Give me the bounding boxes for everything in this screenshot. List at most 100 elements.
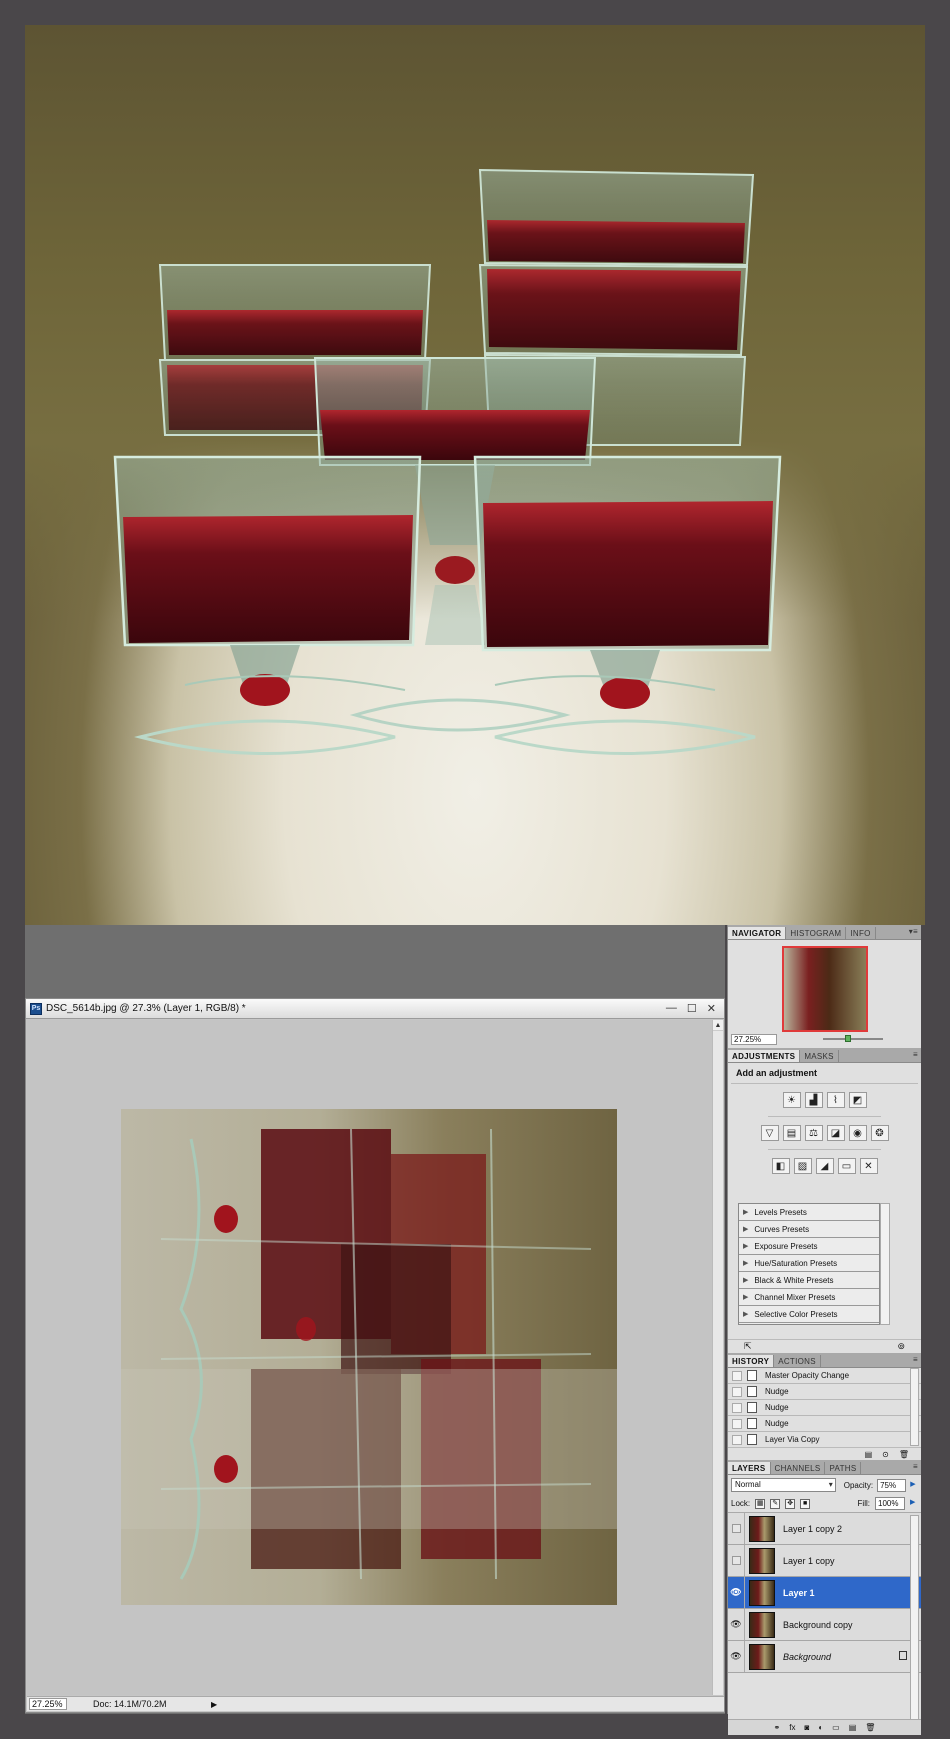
link-layers-icon[interactable]: ⚭	[774, 1723, 781, 1732]
new-document-icon[interactable]: ▤	[865, 1450, 873, 1459]
snapshot-checkbox[interactable]	[732, 1434, 742, 1445]
lock-pixels-icon[interactable]: ✎	[770, 1498, 781, 1509]
history-item[interactable]: Layer Via Copy	[728, 1432, 921, 1448]
expand-icon[interactable]: ▶	[743, 1293, 748, 1301]
camera-icon[interactable]: ⊙	[882, 1450, 889, 1459]
photo-filter-icon[interactable]: ◉	[848, 1125, 867, 1141]
layer-row[interactable]: Layer 1 copy 2	[728, 1513, 921, 1545]
clip-icon[interactable]: ⊚	[897, 1341, 905, 1352]
zoom-field[interactable]: 27.25%	[29, 1698, 67, 1710]
tab-navigator[interactable]: NAVIGATOR	[728, 927, 787, 939]
preset-item[interactable]: ▶ Hue/Saturation Presets	[739, 1255, 879, 1272]
threshold-icon[interactable]: ◢	[815, 1158, 834, 1174]
new-layer-icon[interactable]: ▤	[849, 1723, 857, 1732]
visibility-toggle[interactable]	[728, 1545, 745, 1576]
eye-icon[interactable]: 👁	[728, 1577, 745, 1608]
history-item[interactable]: Nudge	[728, 1416, 921, 1432]
document-window[interactable]: Ps DSC_5614b.jpg @ 27.3% (Layer 1, RGB/8…	[25, 998, 725, 1713]
posterize-icon[interactable]: ▨	[793, 1158, 812, 1174]
panel-menu-icon[interactable]: ≡	[913, 1462, 918, 1471]
black-white-icon[interactable]: ◪	[826, 1125, 845, 1141]
tab-paths[interactable]: PATHS	[825, 1462, 862, 1474]
lock-all-icon[interactable]: ■	[800, 1498, 811, 1509]
document-title-bar[interactable]: Ps DSC_5614b.jpg @ 27.3% (Layer 1, RGB/8…	[26, 999, 724, 1019]
lock-position-icon[interactable]: ✥	[785, 1498, 796, 1509]
layer-row[interactable]: 👁 Background copy	[728, 1609, 921, 1641]
channel-mixer-icon[interactable]: ❂	[870, 1125, 889, 1141]
blend-mode-select[interactable]: Normal ▾	[731, 1478, 836, 1492]
brightness-contrast-icon[interactable]: ☀	[782, 1092, 801, 1108]
add-mask-icon[interactable]: ◙	[804, 1723, 809, 1732]
tab-layers[interactable]: LAYERS	[728, 1462, 771, 1474]
layer-row-selected[interactable]: 👁 Layer 1	[728, 1577, 921, 1609]
history-item[interactable]: Nudge	[728, 1400, 921, 1416]
hue-saturation-icon[interactable]: ▤	[782, 1125, 801, 1141]
preset-item[interactable]: ▶ Channel Mixer Presets	[739, 1289, 879, 1306]
preset-item[interactable]: ▶ Selective Color Presets	[739, 1306, 879, 1323]
tab-adjustments[interactable]: ADJUSTMENTS	[728, 1050, 801, 1062]
fill-field[interactable]: 100%	[875, 1497, 905, 1510]
tab-history[interactable]: HISTORY	[728, 1355, 775, 1367]
curves-icon[interactable]: ⌇	[826, 1092, 845, 1108]
document-size-info[interactable]: Doc: 14.1M/70.2M	[93, 1699, 203, 1709]
maximize-icon[interactable]: ☐	[687, 1002, 697, 1015]
presets-scrollbar[interactable]	[880, 1203, 890, 1325]
navigator-zoom-field[interactable]: 27.25%	[731, 1034, 777, 1045]
expand-icon[interactable]: ▶	[743, 1276, 748, 1284]
close-icon[interactable]: ✕	[707, 1002, 716, 1015]
opacity-field[interactable]: 75%	[877, 1478, 907, 1492]
levels-icon[interactable]: ▟	[804, 1092, 823, 1108]
layer-style-icon[interactable]: fx	[789, 1723, 795, 1732]
panel-menu-icon[interactable]: ≡	[913, 1050, 918, 1059]
expand-icon[interactable]: ▶	[743, 1259, 748, 1267]
gradient-map-icon[interactable]: ▭	[837, 1158, 856, 1174]
panel-menu-icon[interactable]: ▾≡	[909, 927, 918, 936]
layer-row[interactable]: 👁 Background	[728, 1641, 921, 1673]
scroll-up-icon[interactable]: ▲	[713, 1020, 723, 1031]
exposure-icon[interactable]: ◩	[848, 1092, 867, 1108]
color-balance-icon[interactable]: ⚖	[804, 1125, 823, 1141]
layers-scrollbar[interactable]	[910, 1515, 919, 1735]
history-item[interactable]: Nudge	[728, 1384, 921, 1400]
snapshot-checkbox[interactable]	[732, 1370, 742, 1381]
tab-masks[interactable]: MASKS	[800, 1050, 839, 1062]
eye-icon[interactable]: 👁	[728, 1641, 745, 1672]
lock-transparency-icon[interactable]: ▦	[755, 1498, 766, 1509]
tab-info[interactable]: INFO	[846, 927, 876, 939]
tab-actions[interactable]: ACTIONS	[774, 1355, 821, 1367]
chevron-down-icon[interactable]: ▾	[829, 1479, 833, 1491]
selective-color-icon[interactable]: ✕	[859, 1158, 878, 1174]
tab-channels[interactable]: CHANNELS	[771, 1462, 826, 1474]
visibility-toggle[interactable]	[728, 1513, 745, 1544]
adjustment-layer-icon[interactable]: ◐	[818, 1723, 823, 1732]
status-menu-arrow-icon[interactable]: ▶	[211, 1700, 217, 1709]
invert-icon[interactable]: ◧	[771, 1158, 790, 1174]
opacity-slider-icon[interactable]: ▶	[910, 1479, 918, 1492]
expanded-view-icon[interactable]: ⇱	[744, 1341, 752, 1352]
expand-icon[interactable]: ▶	[743, 1225, 748, 1233]
preset-item[interactable]: ▶ Levels Presets	[739, 1204, 879, 1221]
fill-slider-icon[interactable]: ▶	[910, 1497, 918, 1510]
canvas-area[interactable]	[27, 1020, 713, 1695]
preset-item[interactable]: ▶ Curves Presets	[739, 1221, 879, 1238]
vibrance-icon[interactable]: ▽	[760, 1125, 779, 1141]
history-scrollbar[interactable]	[910, 1368, 919, 1446]
vertical-scrollbar[interactable]: ▲	[712, 1020, 723, 1695]
tab-histogram[interactable]: HISTOGRAM	[786, 927, 847, 939]
expand-icon[interactable]: ▶	[743, 1208, 748, 1216]
new-group-icon[interactable]: ▭	[832, 1723, 840, 1732]
navigator-zoom-slider[interactable]	[823, 1035, 883, 1042]
preset-item[interactable]: ▶ Exposure Presets	[739, 1238, 879, 1255]
panel-menu-icon[interactable]: ≡	[913, 1355, 918, 1364]
snapshot-checkbox[interactable]	[732, 1386, 742, 1397]
expand-icon[interactable]: ▶	[743, 1310, 748, 1318]
layer-row[interactable]: Layer 1 copy	[728, 1545, 921, 1577]
canvas-artwork[interactable]	[121, 1109, 617, 1605]
preset-item[interactable]: ▶ Black & White Presets	[739, 1272, 879, 1289]
trash-icon[interactable]: 🗑	[865, 1723, 875, 1732]
eye-icon[interactable]: 👁	[728, 1609, 745, 1640]
expand-icon[interactable]: ▶	[743, 1242, 748, 1250]
navigator-preview[interactable]	[782, 946, 868, 1032]
minimize-icon[interactable]: —	[666, 1002, 677, 1015]
history-item[interactable]: Master Opacity Change	[728, 1368, 921, 1384]
